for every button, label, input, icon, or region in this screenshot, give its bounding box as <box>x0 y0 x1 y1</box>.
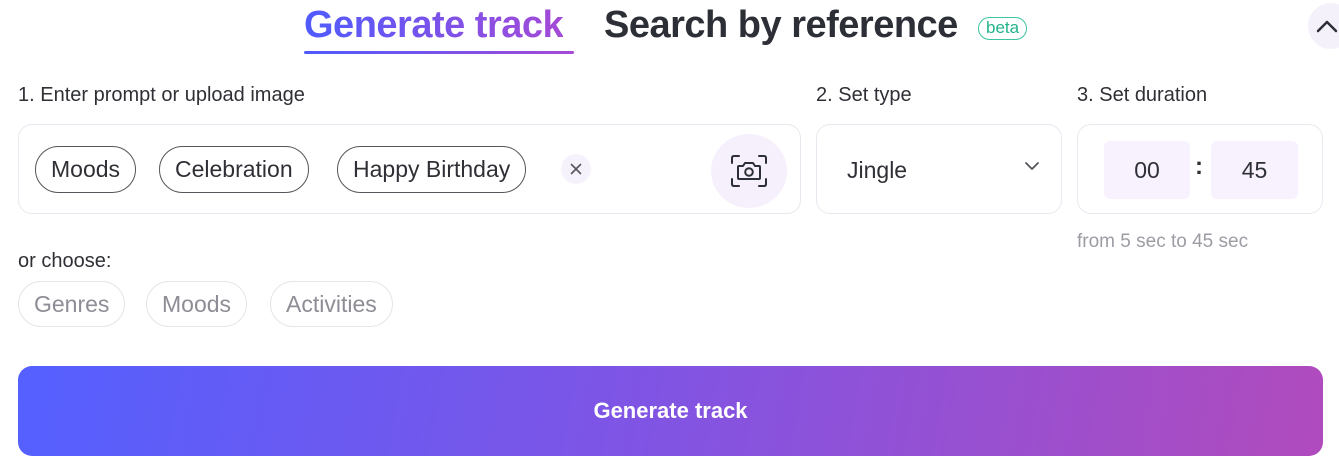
type-select[interactable]: Jingle <box>816 124 1062 214</box>
chevron-up-icon <box>1316 20 1338 33</box>
close-icon <box>570 163 582 175</box>
prompt-chip-celebration[interactable]: Celebration <box>159 146 309 193</box>
tab-search-by-reference[interactable]: Search by reference <box>604 4 958 47</box>
choose-genres-button[interactable]: Genres <box>18 281 126 327</box>
choose-label: or choose: <box>18 250 112 272</box>
beta-badge: beta <box>978 17 1028 40</box>
duration-minutes-field[interactable]: 00 <box>1104 141 1190 199</box>
upload-image-button[interactable] <box>711 134 787 208</box>
chevron-down-icon <box>1025 162 1039 170</box>
camera-icon <box>731 155 767 187</box>
tab-generate-track[interactable]: Generate track <box>304 4 564 47</box>
clear-prompt-button[interactable] <box>561 154 591 184</box>
mode-tabs: Generate track Search by reference beta <box>0 4 1339 54</box>
duration-hint: from 5 sec to 45 sec <box>1077 231 1249 252</box>
type-label: 2. Set type <box>816 84 912 106</box>
choose-moods-button[interactable]: Moods <box>146 281 248 327</box>
duration-separator: : <box>1195 153 1203 180</box>
duration-seconds-field[interactable]: 45 <box>1211 141 1298 199</box>
choose-activities-button[interactable]: Activities <box>270 281 393 327</box>
prompt-input[interactable]: Moods Celebration Happy Birthday <box>18 124 801 214</box>
prompt-chip-moods[interactable]: Moods <box>35 146 137 193</box>
generate-track-button[interactable]: Generate track <box>18 366 1323 456</box>
prompt-chip-happy-birthday[interactable]: Happy Birthday <box>337 146 527 193</box>
duration-label: 3. Set duration <box>1077 84 1208 106</box>
duration-input: 00 : 45 <box>1077 124 1323 214</box>
active-tab-underline <box>304 51 574 54</box>
type-selected-value: Jingle <box>847 157 908 183</box>
prompt-label: 1. Enter prompt or upload image <box>18 84 305 106</box>
